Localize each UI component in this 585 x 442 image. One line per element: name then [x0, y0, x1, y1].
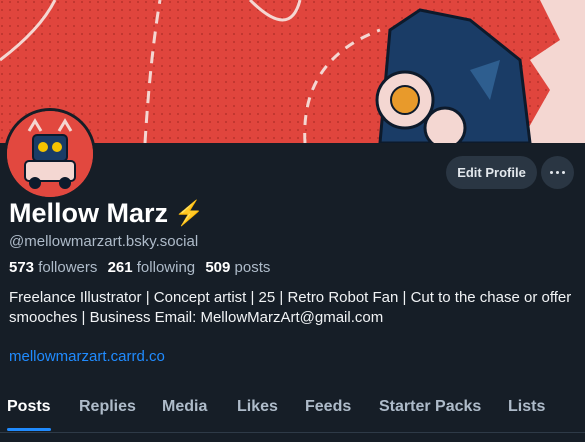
ellipsis-icon — [549, 171, 567, 174]
tab-feeds[interactable]: Feeds — [305, 398, 351, 416]
profile-tabs: Posts Replies Media Likes Feeds Starter … — [0, 392, 585, 432]
followers-label: followers — [38, 259, 98, 276]
display-name: Mellow Marz ⚡ — [9, 198, 204, 229]
posts-count: 509 — [205, 259, 231, 276]
lightning-emoji-icon: ⚡ — [174, 200, 204, 227]
tab-lists[interactable]: Lists — [508, 398, 545, 416]
followers-count: 573 — [9, 259, 35, 276]
profile-stats: 573 followers 261 following 509 posts — [9, 259, 270, 276]
display-name-text: Mellow Marz — [9, 198, 169, 228]
profile-bio: Freelance Illustrator | Concept artist |… — [9, 289, 572, 326]
tabs-divider — [0, 432, 585, 433]
banner-artwork — [0, 0, 585, 143]
tab-media[interactable]: Media — [162, 398, 207, 416]
edit-profile-button[interactable]: Edit Profile — [446, 156, 537, 189]
more-options-button[interactable] — [541, 156, 574, 189]
avatar-image — [7, 111, 93, 197]
following-count: 261 — [107, 259, 133, 276]
tab-replies[interactable]: Replies — [79, 398, 136, 416]
profile-website-link[interactable]: mellowmarzart.carrd.co — [9, 348, 165, 365]
tab-starter-packs[interactable]: Starter Packs — [379, 398, 481, 416]
active-tab-indicator — [7, 428, 51, 431]
followers-link[interactable]: 573 followers — [9, 259, 97, 276]
profile-banner[interactable] — [0, 0, 585, 143]
following-label: following — [136, 259, 196, 276]
profile-handle: @mellowmarzart.bsky.social — [9, 233, 199, 250]
posts-stat: 509 posts — [205, 259, 270, 276]
avatar[interactable] — [4, 108, 96, 200]
tab-likes[interactable]: Likes — [237, 398, 278, 416]
tab-posts[interactable]: Posts — [7, 398, 51, 416]
following-link[interactable]: 261 following — [108, 259, 196, 276]
posts-label: posts — [234, 259, 271, 276]
